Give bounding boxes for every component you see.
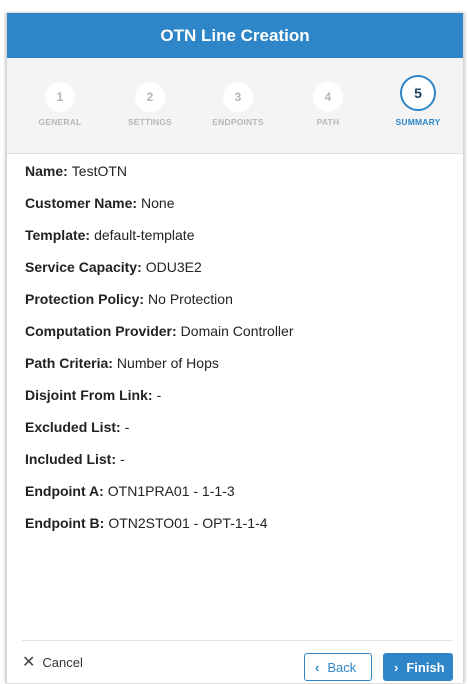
summary-row-path-criteria: Path Criteria: Number of Hops bbox=[25, 355, 451, 387]
chevron-right-icon: › bbox=[394, 659, 399, 675]
summary-value: TestOTN bbox=[71, 163, 128, 179]
summary-value: default-template bbox=[94, 227, 195, 243]
summary-value: Domain Controller bbox=[180, 323, 294, 339]
step-number: 4 bbox=[313, 82, 343, 112]
summary-list: Name: TestOTN Customer Name: None Template… bbox=[25, 163, 451, 547]
step-label: SETTINGS bbox=[127, 117, 173, 127]
summary-row-name: Name: TestOTN bbox=[25, 163, 451, 195]
step-number: 1 bbox=[45, 82, 75, 112]
step-label: PATH bbox=[316, 117, 340, 127]
step-summary[interactable]: 5 SUMMARY bbox=[373, 75, 463, 127]
back-label: Back bbox=[327, 659, 357, 675]
dialog-header: OTN Line Creation bbox=[7, 13, 463, 58]
chevron-left-icon: ‹ bbox=[315, 659, 320, 675]
dialog-footer: ✕ Cancel ‹ Back › Finish bbox=[22, 640, 453, 684]
summary-row-protection-policy: Protection Policy: No Protection bbox=[25, 291, 451, 323]
summary-row-computation-provider: Computation Provider: Domain Controller bbox=[25, 323, 451, 355]
finish-button[interactable]: › Finish bbox=[383, 653, 453, 681]
summary-value: - bbox=[124, 419, 130, 435]
summary-row-disjoint-from-link: Disjoint From Link: - bbox=[25, 387, 451, 419]
summary-key: Excluded List: bbox=[25, 419, 121, 435]
summary-key: Protection Policy: bbox=[25, 291, 145, 307]
summary-key: Path Criteria: bbox=[25, 355, 113, 371]
summary-row-endpoint-a: Endpoint A: OTN1PRA01 - 1-1-3 bbox=[25, 483, 451, 515]
summary-key: Computation Provider: bbox=[25, 323, 177, 339]
cancel-button[interactable]: ✕ Cancel bbox=[22, 653, 83, 671]
summary-row-excluded-list: Excluded List: - bbox=[25, 419, 451, 451]
dialog-title: OTN Line Creation bbox=[160, 25, 310, 45]
summary-value: No Protection bbox=[148, 291, 233, 307]
step-label: SUMMARY bbox=[395, 117, 441, 127]
summary-key: Service Capacity: bbox=[25, 259, 142, 275]
step-label: GENERAL bbox=[38, 117, 82, 127]
step-general[interactable]: 1 GENERAL bbox=[15, 82, 105, 127]
summary-key: Included List: bbox=[25, 451, 116, 467]
summary-key: Disjoint From Link: bbox=[25, 387, 153, 403]
summary-value: - bbox=[120, 451, 125, 467]
cancel-label: Cancel bbox=[42, 655, 83, 670]
summary-row-template: Template: default-template bbox=[25, 227, 451, 259]
step-number: 3 bbox=[223, 82, 253, 112]
otn-line-creation-dialog: OTN Line Creation 1 GENERAL 2 SETTINGS 3… bbox=[6, 13, 464, 683]
summary-key: Endpoint B: bbox=[25, 515, 105, 531]
step-path[interactable]: 4 PATH bbox=[283, 82, 373, 127]
wizard-stepper: 1 GENERAL 2 SETTINGS 3 ENDPOINTS 4 PATH … bbox=[7, 58, 463, 154]
summary-value: - bbox=[156, 387, 162, 403]
summary-row-customer-name: Customer Name: None bbox=[25, 195, 451, 227]
summary-key: Name: bbox=[25, 163, 68, 179]
summary-row-endpoint-b: Endpoint B: OTN2STO01 - OPT-1-1-4 bbox=[25, 515, 451, 547]
close-icon: ✕ bbox=[22, 653, 36, 671]
summary-value: ODU3E2 bbox=[145, 259, 202, 275]
step-label: ENDPOINTS bbox=[212, 117, 264, 127]
finish-label: Finish bbox=[406, 659, 445, 675]
summary-value: None bbox=[141, 195, 175, 211]
summary-row-service-capacity: Service Capacity: ODU3E2 bbox=[25, 259, 451, 291]
step-number: 2 bbox=[135, 82, 165, 112]
summary-key: Template: bbox=[25, 227, 91, 243]
summary-value: OTN2STO01 - OPT-1-1-4 bbox=[108, 515, 268, 531]
summary-key: Endpoint A: bbox=[25, 483, 104, 499]
step-number: 5 bbox=[400, 75, 436, 111]
step-endpoints[interactable]: 3 ENDPOINTS bbox=[193, 82, 283, 127]
summary-value: Number of Hops bbox=[116, 355, 219, 371]
summary-key: Customer Name: bbox=[25, 195, 138, 211]
summary-row-included-list: Included List: - bbox=[25, 451, 451, 483]
back-button[interactable]: ‹ Back bbox=[304, 653, 372, 681]
step-settings[interactable]: 2 SETTINGS bbox=[105, 82, 195, 127]
summary-value: OTN1PRA01 - 1-1-3 bbox=[107, 483, 235, 499]
